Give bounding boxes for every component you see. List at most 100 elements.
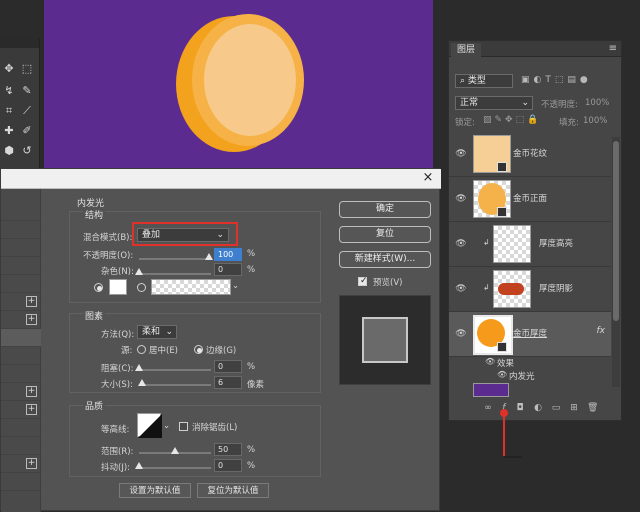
- opacity-input[interactable]: 100: [214, 248, 242, 261]
- style-list-item[interactable]: [1, 365, 41, 383]
- inner-glow-effect-label[interactable]: 内发光: [509, 370, 535, 382]
- style-list-item[interactable]: [1, 221, 41, 239]
- style-list-item[interactable]: [1, 437, 41, 455]
- eye-icon[interactable]: 👁: [455, 330, 467, 339]
- noise-input[interactable]: 0: [214, 263, 242, 276]
- healing-tool-icon[interactable]: ✚: [2, 124, 16, 138]
- style-list-item[interactable]: [1, 203, 41, 221]
- noise-slider-track[interactable]: [139, 273, 211, 275]
- add-icon[interactable]: +: [26, 314, 37, 325]
- crop-tool-icon[interactable]: ⌗: [2, 104, 16, 118]
- chevron-down-icon[interactable]: ⌄: [232, 281, 239, 291]
- size-label: 大小(S):: [101, 380, 133, 390]
- dialog-titlebar[interactable]: ×: [1, 169, 441, 189]
- layer-row-selected[interactable]: 👁 金币厚度 fx: [449, 312, 611, 357]
- lock-icons[interactable]: ▧✎✥⬚🔒: [483, 115, 541, 125]
- ok-button[interactable]: 确定: [339, 201, 431, 218]
- background-layer-thumbnail[interactable]: [473, 383, 509, 397]
- range-slider-thumb[interactable]: [171, 447, 179, 454]
- new-style-button[interactable]: 新建样式(W)...: [339, 251, 431, 268]
- source-center-radio[interactable]: [137, 345, 146, 354]
- style-list-item[interactable]: +: [1, 293, 41, 311]
- gradient-swatch[interactable]: [151, 279, 231, 295]
- choke-slider-track[interactable]: [139, 369, 211, 371]
- style-list-item[interactable]: [1, 347, 41, 365]
- layer-blend-select[interactable]: 正常 ⌄: [455, 96, 533, 110]
- panel-menu-icon[interactable]: ≡: [609, 43, 617, 54]
- style-list-item[interactable]: +: [1, 455, 41, 473]
- adjustment-icon[interactable]: ◐: [533, 403, 543, 413]
- reset-button[interactable]: 复位: [339, 226, 431, 243]
- style-list-item-selected[interactable]: [1, 329, 41, 347]
- link-icon[interactable]: ∞: [483, 403, 493, 413]
- eye-icon[interactable]: 👁: [455, 240, 467, 249]
- size-input[interactable]: 6: [214, 376, 242, 389]
- add-icon[interactable]: +: [26, 296, 37, 307]
- make-default-button[interactable]: 设置为默认值: [119, 483, 191, 498]
- style-list-item[interactable]: +: [1, 311, 41, 329]
- trash-icon[interactable]: 🗑: [587, 403, 598, 413]
- eye-icon[interactable]: 👁: [455, 285, 467, 294]
- style-list-item[interactable]: +: [1, 401, 41, 419]
- layers-scrollbar[interactable]: [612, 137, 620, 387]
- eye-icon[interactable]: 👁: [455, 150, 467, 159]
- history-brush-tool-icon[interactable]: ↺: [20, 144, 34, 158]
- filter-kind-select[interactable]: ⌕ 类型: [455, 74, 513, 88]
- tab-layers[interactable]: 图层: [451, 43, 481, 57]
- style-list-item[interactable]: [1, 275, 41, 293]
- layer-row[interactable]: 👁 金币花纹: [449, 132, 611, 177]
- color-radio[interactable]: [94, 283, 103, 292]
- gradient-radio[interactable]: [137, 283, 146, 292]
- noise-slider-thumb[interactable]: [135, 268, 143, 275]
- choke-slider-thumb[interactable]: [135, 364, 143, 371]
- style-list-item[interactable]: [1, 473, 41, 491]
- style-list-item[interactable]: +: [1, 383, 41, 401]
- glow-color-swatch[interactable]: [109, 279, 127, 295]
- layer-opacity-value[interactable]: 100%: [585, 98, 609, 108]
- new-layer-icon[interactable]: ⊞: [569, 403, 579, 413]
- opacity-slider-thumb[interactable]: [205, 253, 213, 260]
- mask-icon[interactable]: ◘: [515, 403, 525, 413]
- jitter-slider-thumb[interactable]: [135, 462, 143, 469]
- chevron-down-icon[interactable]: ⌄: [163, 421, 170, 431]
- add-icon[interactable]: +: [26, 458, 37, 469]
- fx-badge[interactable]: fx: [597, 326, 606, 336]
- reset-default-button[interactable]: 复位为默认值: [197, 483, 269, 498]
- eye-icon[interactable]: 👁: [485, 357, 495, 367]
- preview-checkbox[interactable]: ✓: [358, 276, 368, 286]
- style-list-item[interactable]: [1, 257, 41, 275]
- eyedropper-tool-icon[interactable]: ⟋: [20, 104, 34, 118]
- size-slider-thumb[interactable]: [138, 379, 146, 386]
- folder-icon[interactable]: ▭: [551, 403, 561, 413]
- style-list-item[interactable]: [1, 419, 41, 437]
- lasso-tool-icon[interactable]: ↯: [2, 84, 16, 98]
- eye-icon[interactable]: 👁: [455, 195, 467, 204]
- source-edge-radio[interactable]: [194, 345, 203, 354]
- quick-select-tool-icon[interactable]: ✎: [20, 84, 34, 98]
- opacity-slider-track[interactable]: [139, 258, 211, 260]
- fill-label: 填充:: [559, 118, 579, 128]
- filter-icons[interactable]: ▣◐T⬚▤●: [521, 75, 592, 85]
- contour-preview[interactable]: [137, 413, 162, 438]
- layers-scroll-thumb[interactable]: [613, 141, 619, 321]
- eye-icon[interactable]: 👁: [497, 370, 507, 380]
- marquee-tool-icon[interactable]: ⬚: [20, 62, 34, 76]
- move-tool-icon[interactable]: ✥: [2, 62, 16, 76]
- jitter-slider-track[interactable]: [139, 467, 211, 469]
- add-icon[interactable]: +: [26, 386, 37, 397]
- layer-row[interactable]: 👁 ↲ 厚度阴影: [449, 267, 611, 312]
- choke-input[interactable]: 0: [214, 360, 242, 373]
- layer-row[interactable]: 👁 ↲ 厚度高亮: [449, 222, 611, 267]
- close-icon[interactable]: ×: [421, 171, 435, 185]
- add-icon[interactable]: +: [26, 404, 37, 415]
- method-select[interactable]: 柔和 ⌄: [137, 325, 177, 339]
- brush-tool-icon[interactable]: ✐: [20, 124, 34, 138]
- range-input[interactable]: 50: [214, 443, 242, 456]
- jitter-input[interactable]: 0: [214, 459, 242, 472]
- antialias-checkbox[interactable]: [179, 422, 188, 431]
- fill-value[interactable]: 100%: [583, 116, 607, 126]
- stamp-tool-icon[interactable]: ⬢: [2, 144, 16, 158]
- size-slider-track[interactable]: [139, 384, 211, 386]
- layer-row[interactable]: 👁 金币正面: [449, 177, 611, 222]
- style-list-item[interactable]: [1, 239, 41, 257]
